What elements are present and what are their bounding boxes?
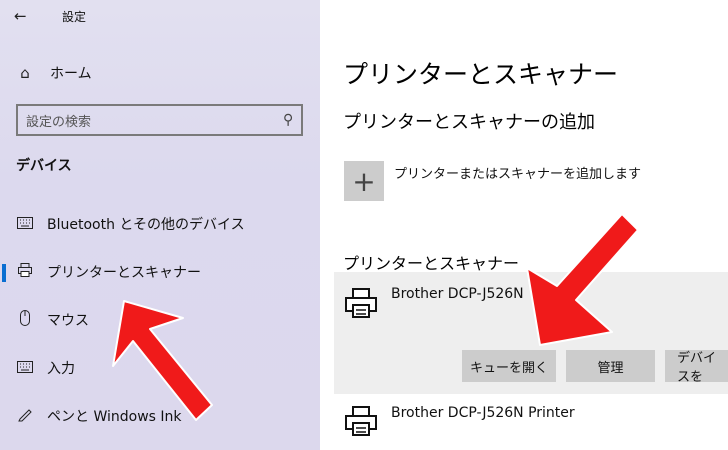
sidebar-item-label: ペンと Windows Ink [47,409,182,425]
selection-indicator [2,264,6,282]
settings-search-input[interactable]: 設定の検索 ⚲ [16,104,303,136]
remove-device-button[interactable]: デバイスを [665,350,728,382]
add-section-heading: プリンターとスキャナーの追加 [343,112,595,133]
sidebar-item-typing[interactable]: 入力 [0,348,320,388]
sidebar-item-bluetooth[interactable]: Bluetooth とその他のデバイス [0,204,320,244]
add-printer-button[interactable]: + [344,161,384,201]
open-queue-button[interactable]: キューを開く [462,350,556,382]
printer-icon [345,288,377,318]
printer-icon [14,262,36,282]
manage-button[interactable]: 管理 [566,350,655,382]
sidebar-item-label: マウス [47,313,89,329]
settings-sidebar: ← 設定 ⌂ ホーム 設定の検索 ⚲ デバイス Bluetooth とその他のデ… [0,0,320,450]
page-title: プリンターとスキャナー [343,60,619,89]
sidebar-item-mouse[interactable]: マウス [0,300,320,340]
pen-icon [14,406,36,426]
search-placeholder: 設定の検索 [26,114,92,130]
plus-icon: + [352,164,376,198]
search-icon[interactable]: ⚲ [283,112,293,128]
home-icon: ⌂ [20,64,30,82]
home-label: ホーム [50,66,92,82]
keyboard-icon [14,359,36,377]
device-name[interactable]: Brother DCP-J526N Printer [391,405,575,421]
section-heading-devices: デバイス [16,158,72,174]
add-printer-label[interactable]: プリンターまたはスキャナーを追加します [394,163,641,182]
device-name[interactable]: Brother DCP-J526N [391,286,524,302]
sidebar-item-label: プリンターとスキャナー [47,265,201,281]
home-nav-item[interactable]: ⌂ ホーム [14,60,304,86]
window-title: 設定 [62,10,87,24]
sidebar-item-label: 入力 [47,361,75,377]
back-arrow-icon[interactable]: ← [14,6,34,26]
mouse-icon [14,310,36,330]
printers-list-heading: プリンターとスキャナー [343,254,520,273]
keyboard-icon [14,215,36,233]
sidebar-item-label: Bluetooth とその他のデバイス [47,217,245,233]
sidebar-item-pen[interactable]: ペンと Windows Ink [0,396,320,436]
printer-icon [345,406,377,436]
sidebar-item-printers[interactable]: プリンターとスキャナー [0,252,320,292]
